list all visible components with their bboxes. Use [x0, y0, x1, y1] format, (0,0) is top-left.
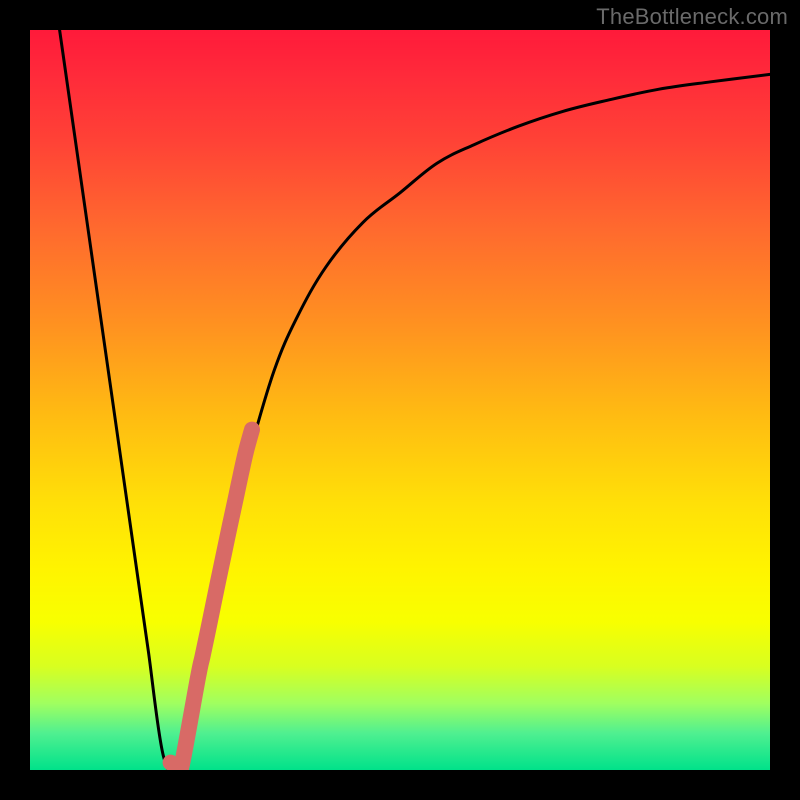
bottleneck-curve	[60, 30, 770, 770]
plot-area	[30, 30, 770, 770]
chart-svg	[30, 30, 770, 770]
watermark-text: TheBottleneck.com	[596, 4, 788, 30]
chart-frame: TheBottleneck.com	[0, 0, 800, 800]
highlight-segment	[171, 430, 252, 770]
